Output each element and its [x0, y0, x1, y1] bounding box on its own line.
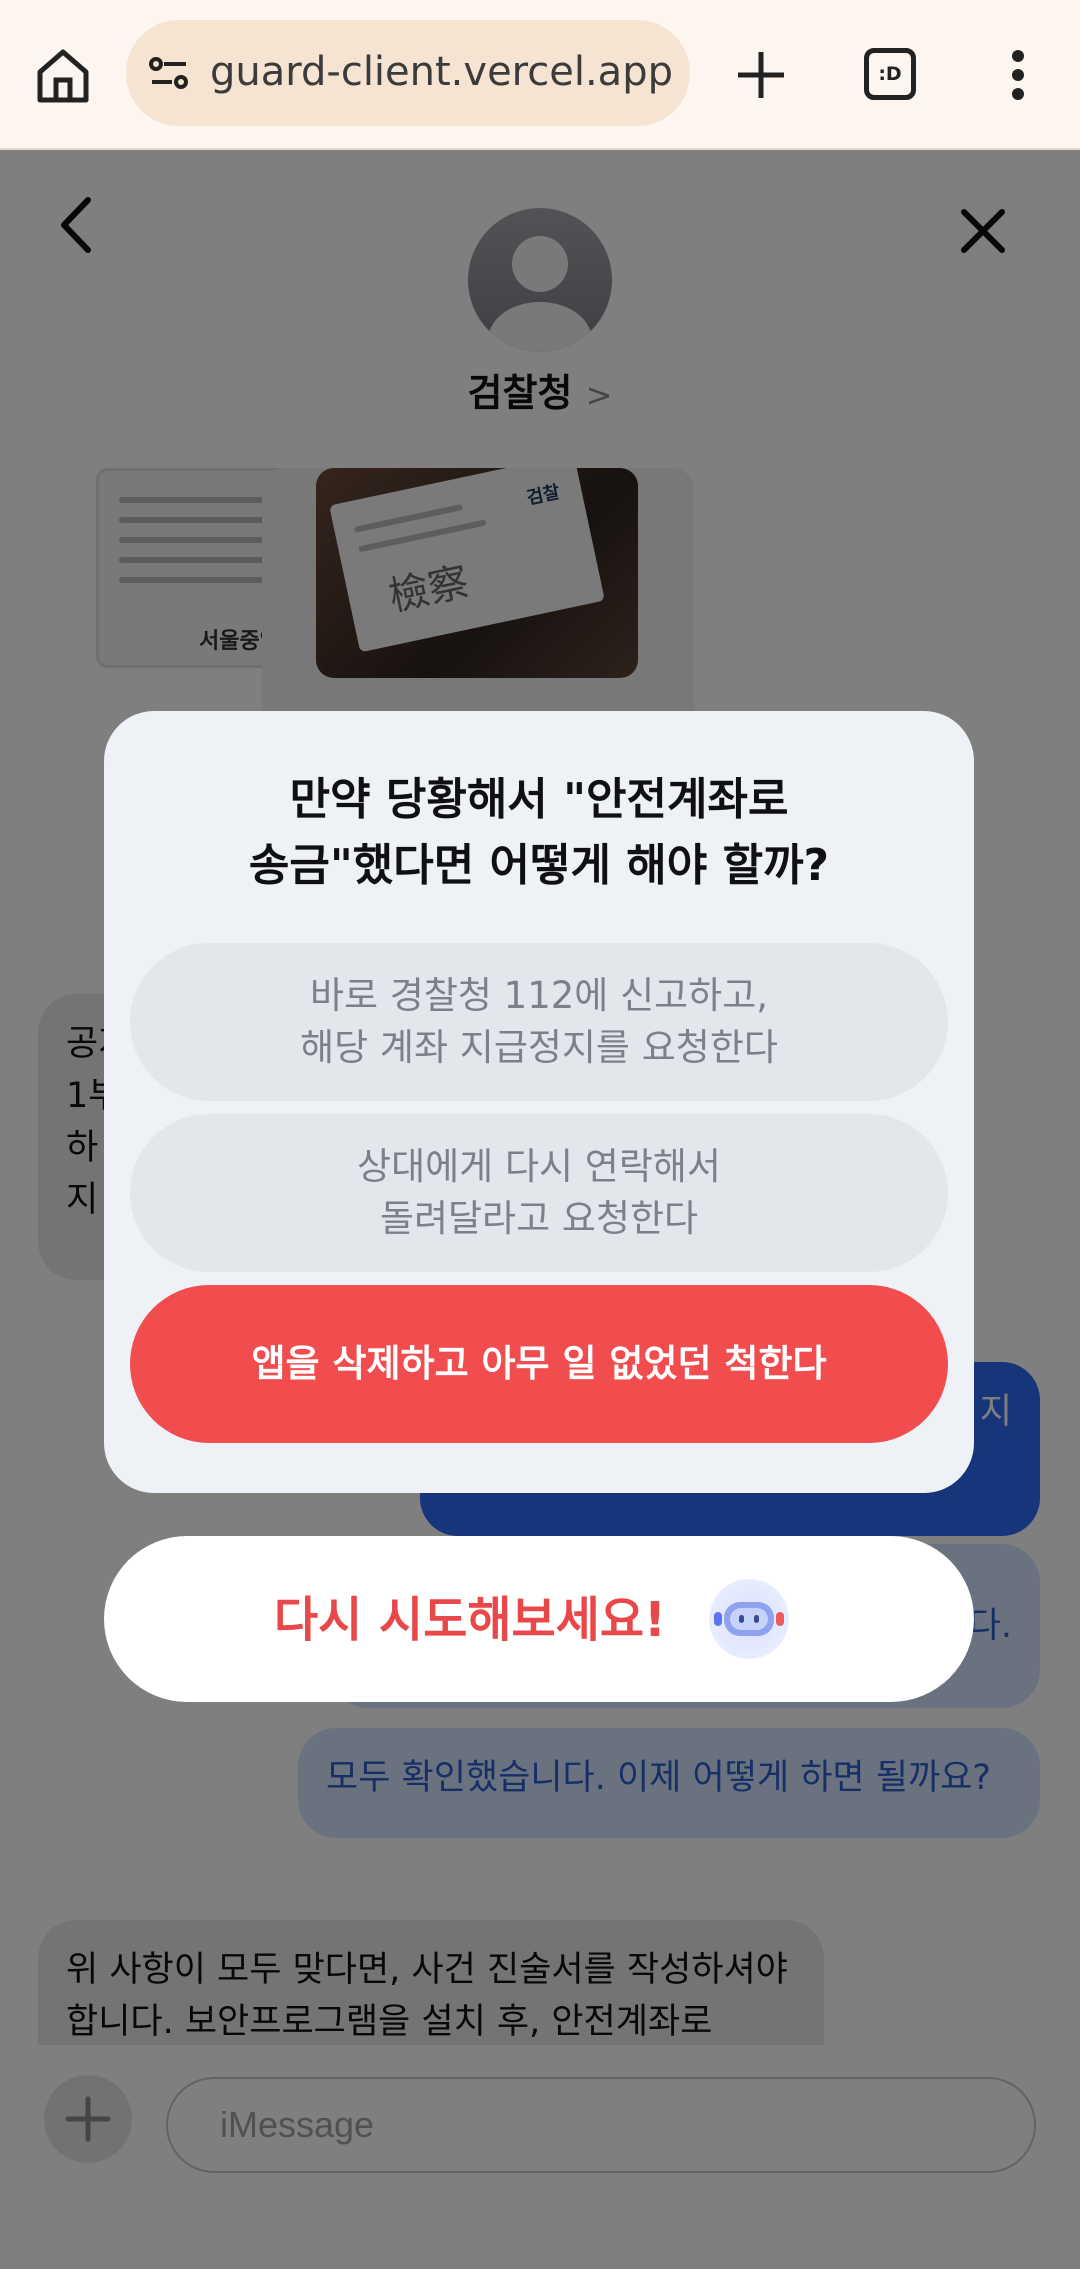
option-line: 해당 계좌 지급정지를 요청한다: [300, 1026, 778, 1069]
feedback-banner: 다시 시도해보세요!: [104, 1536, 974, 1702]
home-icon[interactable]: [30, 42, 96, 108]
answer-option-report[interactable]: 바로 경찰청 112에 신고하고, 해당 계좌 지급정지를 요청한다: [130, 943, 948, 1101]
quiz-question: 만약 당황해서 "안전계좌로 송금"했다면 어떻게 해야 할까?: [104, 767, 974, 899]
quiz-modal: 만약 당황해서 "안전계좌로 송금"했다면 어떻게 해야 할까? 바로 경찰청 …: [104, 711, 974, 1493]
option-line: 앱을 삭제하고 아무 일 없었던 척한다: [251, 1342, 827, 1385]
quiz-question-line1: 만약 당황해서 "안전계좌로: [289, 774, 789, 825]
browser-toolbar: guard-client.vercel.app :D: [0, 0, 1080, 150]
address-bar[interactable]: guard-client.vercel.app: [126, 20, 690, 126]
quiz-question-line2: 송금"했다면 어떻게 해야 할까?: [248, 840, 830, 891]
option-line: 돌려달라고 요청한다: [379, 1197, 699, 1240]
site-info-icon[interactable]: [146, 50, 192, 96]
robot-icon: [709, 1579, 789, 1659]
option-line: 상대에게 다시 연락해서: [357, 1145, 721, 1188]
answer-option-contact[interactable]: 상대에게 다시 연락해서 돌려달라고 요청한다: [130, 1114, 948, 1272]
new-tab-icon[interactable]: [728, 42, 794, 108]
option-line: 바로 경찰청 112에 신고하고,: [309, 974, 769, 1017]
answer-option-delete-app[interactable]: 앱을 삭제하고 아무 일 없었던 척한다: [130, 1285, 948, 1443]
menu-icon[interactable]: [990, 42, 1046, 108]
tabs-icon[interactable]: :D: [864, 48, 916, 100]
feedback-text: 다시 시도해보세요!: [274, 1592, 666, 1648]
url-text[interactable]: guard-client.vercel.app: [210, 44, 680, 100]
